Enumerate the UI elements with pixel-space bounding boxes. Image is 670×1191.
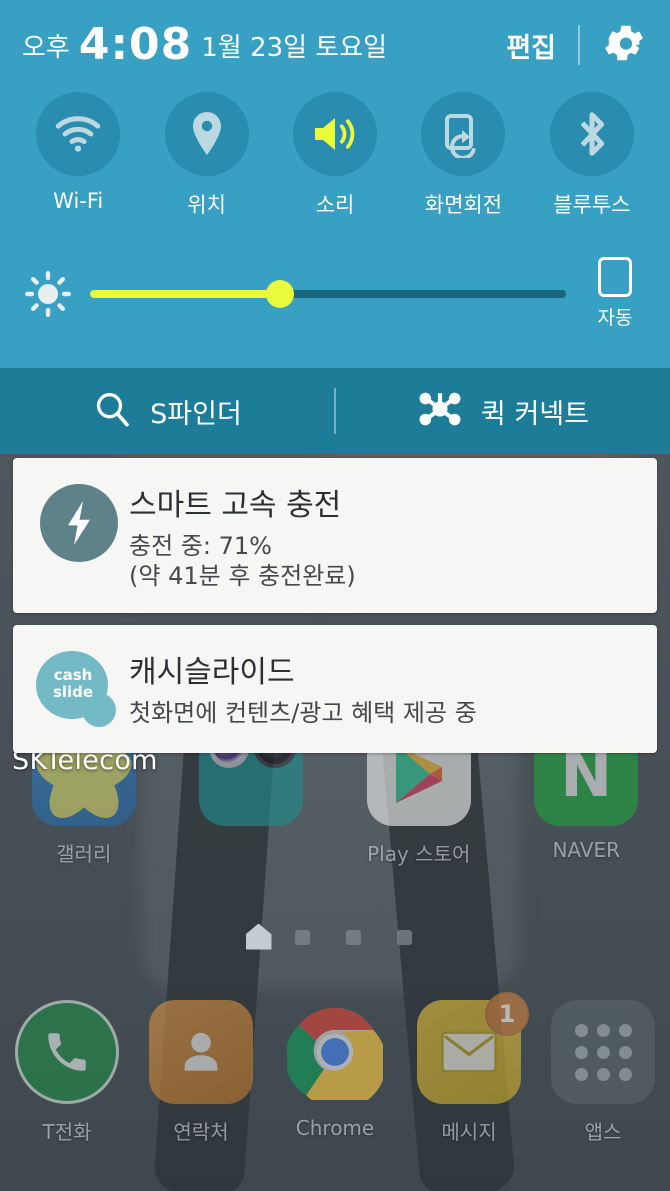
quick-connect-label: 퀵 커넥트 xyxy=(481,398,589,430)
quick-toggle-wifi[interactable]: Wi-Fi xyxy=(14,92,142,219)
s-finder-button[interactable]: S파인더 xyxy=(0,389,334,433)
page-dot[interactable] xyxy=(396,930,412,945)
notification-smart-fast-charging[interactable]: 스마트 고속 충전 충전 중: 71% (약 41분 후 충전완료) xyxy=(13,458,657,614)
clock-time: 4:08 xyxy=(78,19,193,70)
screen-rotation-icon xyxy=(445,114,477,158)
auto-brightness-label: 자동 xyxy=(597,307,633,329)
quick-connect-button[interactable]: 퀵 커넥트 xyxy=(336,388,670,434)
chrome-icon xyxy=(283,1000,387,1104)
quick-toggle-screen-rotation[interactable]: 화면회전 xyxy=(399,92,527,219)
cashslide-logo-icon: cash slide xyxy=(36,651,122,731)
notification-badge: 1 xyxy=(485,992,529,1036)
status-bar-divider xyxy=(578,25,580,65)
messages-icon: 1 xyxy=(417,992,529,1104)
notification-icon: cash slide xyxy=(33,647,125,731)
toggle-circle xyxy=(293,92,378,176)
dock-app-label: 앱스 xyxy=(584,1120,622,1144)
clock-date: 1월 23일 토요일 xyxy=(201,32,388,63)
notification-line-1: 첫화면에 컨텐츠/광고 혜택 제공 중 xyxy=(129,699,477,728)
dock-app-label: Chrome xyxy=(295,1116,375,1140)
page-indicator xyxy=(0,923,670,950)
brightness-sun-icon xyxy=(20,270,76,318)
search-icon xyxy=(92,389,132,433)
notification-body: 캐시슬라이드 첫화면에 컨텐츠/광고 혜택 제공 중 xyxy=(125,647,637,728)
quick-toggle-location[interactable]: 위치 xyxy=(142,92,270,219)
gear-icon[interactable] xyxy=(602,20,648,70)
dock-app-contacts[interactable]: 연락처 xyxy=(134,1000,268,1145)
brightness-slider[interactable] xyxy=(90,279,566,308)
page-dot[interactable] xyxy=(294,930,310,945)
toggle-circle xyxy=(421,92,506,176)
quick-toggle-bluetooth[interactable]: 블루투스 xyxy=(528,92,656,219)
quick-toggle-label: Wi-Fi xyxy=(53,189,104,213)
notification-icon xyxy=(33,480,125,562)
wifi-icon xyxy=(55,116,101,152)
home-dock: T전화 연락처 Chrome 1 메시지 앱스 xyxy=(0,992,670,1145)
clock-ampm: 오후 xyxy=(22,32,70,63)
volume-speaker-icon xyxy=(315,118,355,150)
edit-button[interactable]: 편집 xyxy=(506,26,556,65)
toggle-circle xyxy=(36,92,121,176)
quick-toggle-label: 위치 xyxy=(187,193,226,217)
notification-title: 스마트 고속 충전 xyxy=(129,488,342,523)
quick-toggle-sound[interactable]: 소리 xyxy=(271,92,399,219)
dock-app-chrome[interactable]: Chrome xyxy=(268,1000,402,1145)
notification-list: 스마트 고속 충전 충전 중: 71% (약 41분 후 충전완료) cash … xyxy=(0,458,670,765)
home-app-label: NAVER xyxy=(552,838,621,862)
checkbox-icon[interactable] xyxy=(598,257,632,297)
auto-brightness-toggle[interactable]: 자동 xyxy=(580,257,650,330)
toggle-circle xyxy=(549,92,634,176)
dock-app-apps[interactable]: 앱스 xyxy=(536,1000,670,1145)
bluetooth-icon xyxy=(580,112,604,156)
quick-connect-icon xyxy=(417,388,463,434)
toggle-circle xyxy=(164,92,249,176)
notification-body: 스마트 고속 충전 충전 중: 71% (약 41분 후 충전완료) xyxy=(125,480,637,591)
slider-fill xyxy=(90,289,281,298)
quick-toggle-row: Wi-Fi 위치 소리 화면회전 블루투스 xyxy=(0,92,670,219)
dock-app-label: 연락처 xyxy=(173,1120,229,1144)
status-bar: 오후 4:08 1월 23일 토요일 편집 xyxy=(0,0,670,90)
dock-app-label: T전화 xyxy=(42,1120,92,1144)
dock-app-messages[interactable]: 1 메시지 xyxy=(402,992,536,1145)
contacts-icon xyxy=(149,1000,253,1104)
quick-toggle-label: 소리 xyxy=(315,193,355,217)
quick-settings-panel: 오후 4:08 1월 23일 토요일 편집 Wi-Fi 위치 소리 화면회전 블… xyxy=(0,0,670,368)
slider-thumb[interactable] xyxy=(266,279,295,308)
phone-icon xyxy=(15,1000,119,1104)
dock-app-t-phone[interactable]: T전화 xyxy=(0,1000,134,1145)
home-app-label: 갤러리 xyxy=(56,842,112,866)
quick-toggle-label: 블루투스 xyxy=(553,193,631,217)
page-dot[interactable] xyxy=(345,930,361,945)
s-finder-label: S파인더 xyxy=(150,398,242,430)
cashslide-logo-line-2: slide xyxy=(52,682,94,701)
notification-line-2: (약 41분 후 충전완료) xyxy=(129,562,356,591)
notification-line-1: 충전 중: 71% xyxy=(129,532,272,560)
lightning-bolt-icon xyxy=(40,484,118,562)
location-pin-icon xyxy=(192,112,221,155)
brightness-row: 자동 xyxy=(0,257,670,330)
notification-cashslide[interactable]: cash slide 캐시슬라이드 첫화면에 컨텐츠/광고 혜택 제공 중 xyxy=(13,625,657,754)
home-app-label: Play 스토어 xyxy=(367,842,471,866)
dock-app-label: 메시지 xyxy=(441,1120,497,1144)
quick-toggle-label: 화면회전 xyxy=(424,193,503,217)
notification-title: 캐시슬라이드 xyxy=(129,655,295,691)
apps-grid-icon xyxy=(551,1000,655,1104)
shortcut-bar: S파인더 퀵 커넥트 xyxy=(0,368,670,454)
